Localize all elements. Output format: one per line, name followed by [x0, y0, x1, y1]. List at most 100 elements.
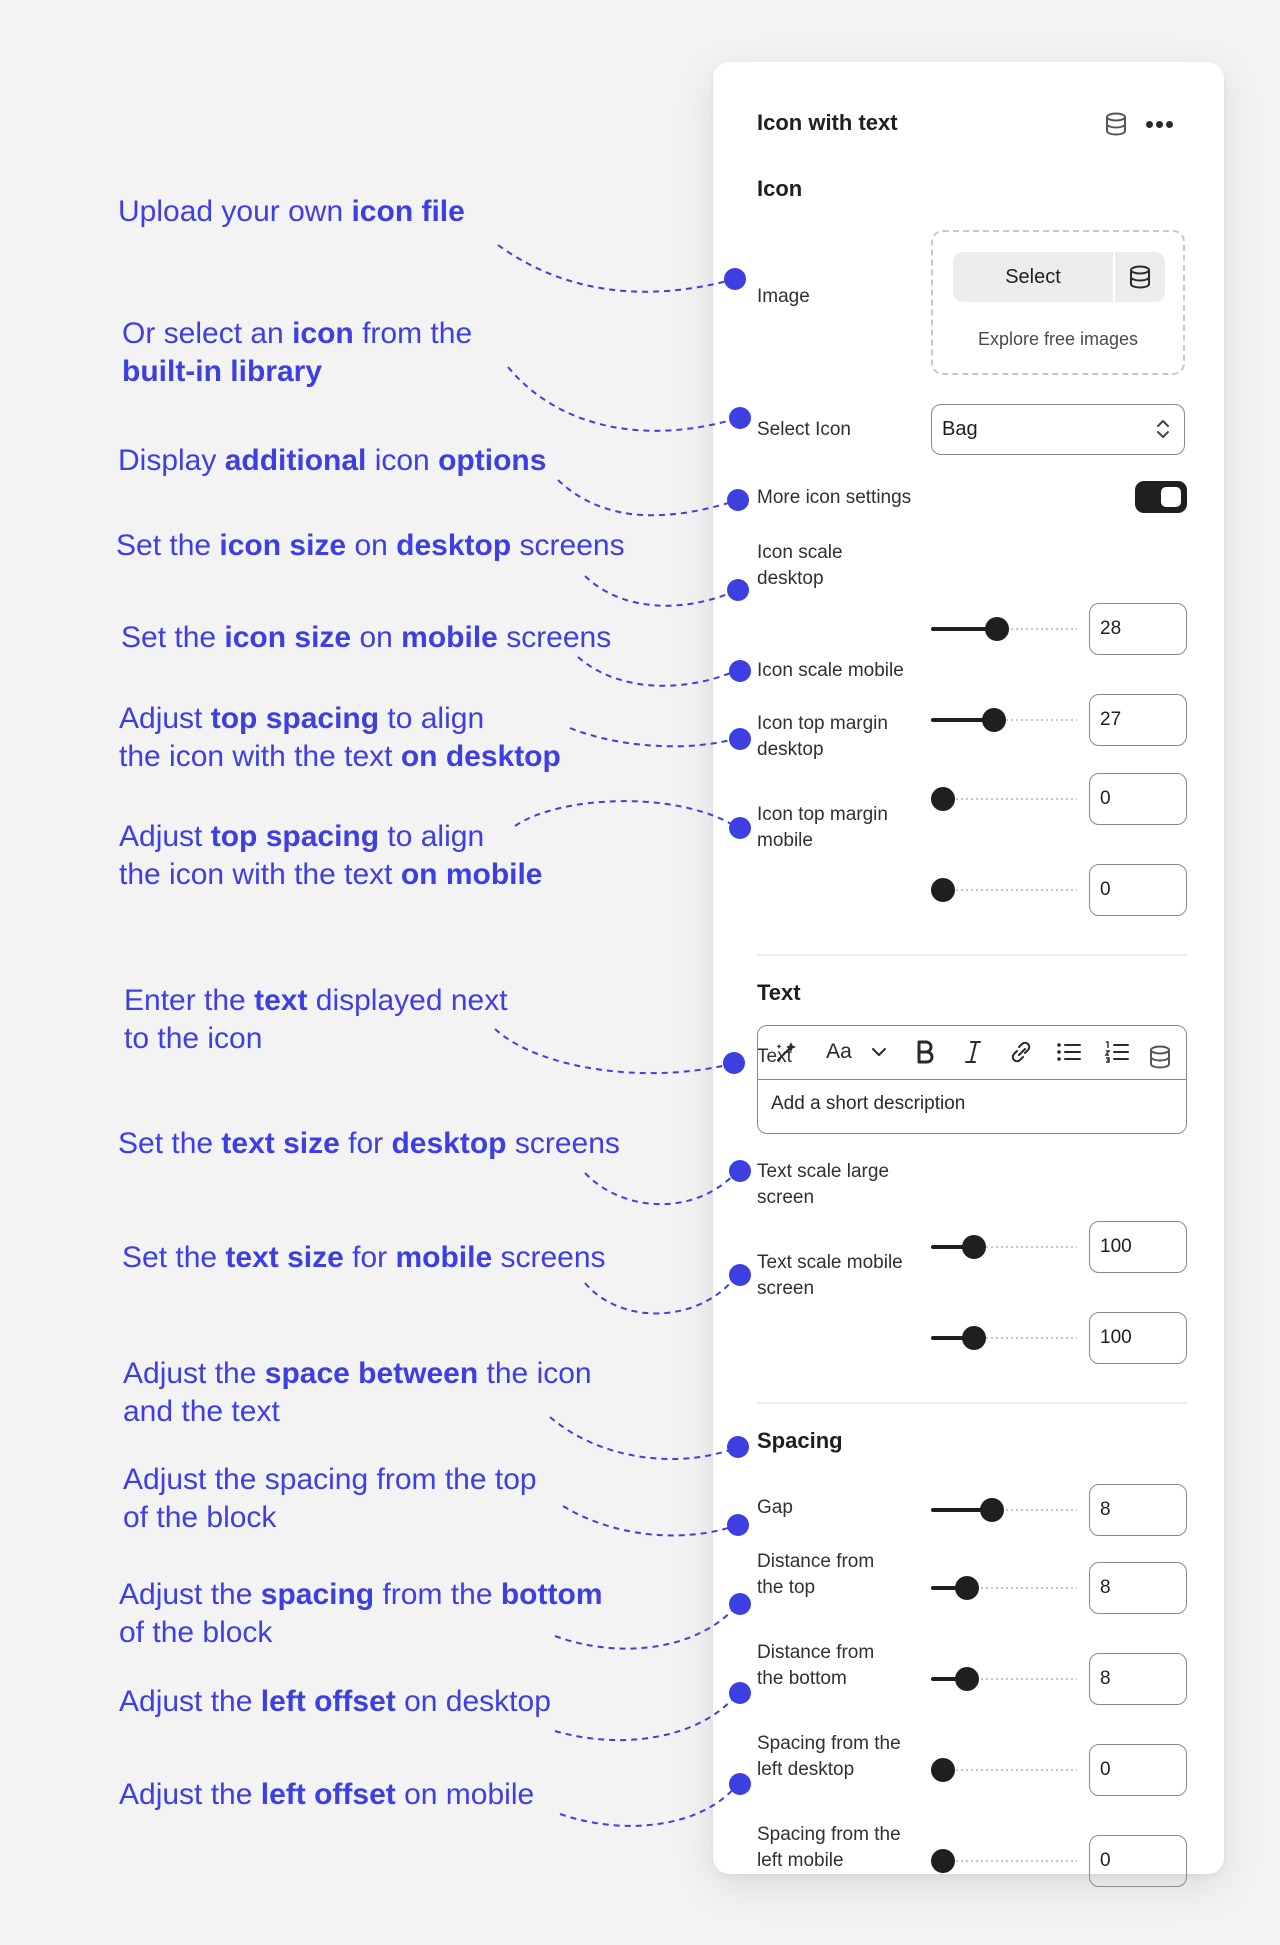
slider-thumb[interactable]: [931, 1758, 955, 1782]
slider-thumb[interactable]: [961, 1235, 986, 1259]
annotation-emphasis: icon file: [351, 195, 465, 228]
annotation-emphasis: icon: [292, 317, 354, 350]
gap-slider[interactable]: [931, 1498, 1077, 1522]
more-icon-settings-toggle[interactable]: [1135, 481, 1187, 513]
font-style-button[interactable]: Aa: [824, 1038, 854, 1066]
annotation-text: on: [351, 621, 402, 654]
bold-icon[interactable]: [914, 1038, 936, 1066]
annotation-text: Adjust the: [119, 1578, 261, 1611]
annotation-emphasis: text size: [221, 1127, 340, 1160]
icon-scale-desktop-input[interactable]: 28: [1089, 603, 1187, 655]
annotation-line: Adjust the spacing from the top: [123, 1461, 537, 1499]
anchor-dot: [729, 1160, 751, 1182]
distance-bottom-input[interactable]: 8: [1089, 1653, 1187, 1705]
annotation-text: from the: [374, 1578, 501, 1611]
slider-thumb[interactable]: [961, 1326, 986, 1350]
annotation: Adjust the spacing from the top of the bl…: [123, 1461, 537, 1537]
annotation-text: Adjust the: [119, 1778, 261, 1811]
anchor-dot: [724, 268, 746, 290]
left-mobile-slider[interactable]: [931, 1849, 1077, 1873]
distance-top-input[interactable]: 8: [1089, 1562, 1187, 1614]
left-mobile-input[interactable]: 0: [1089, 1835, 1187, 1887]
text-scale-mobile-input[interactable]: 100: [1089, 1312, 1187, 1364]
left-desktop-slider[interactable]: [931, 1758, 1077, 1782]
anchor-dot: [729, 1773, 751, 1795]
anchor-dot: [729, 1264, 751, 1286]
slider-thumb[interactable]: [931, 878, 955, 902]
section-divider: [757, 1402, 1187, 1404]
annotation-text: Enter the: [124, 984, 255, 1017]
slider-thumb[interactable]: [931, 1849, 955, 1873]
chevron-down-icon[interactable]: [871, 1038, 887, 1066]
annotation-text: screens: [492, 1241, 606, 1274]
annotation-emphasis: options: [438, 444, 547, 477]
text-scale-large-slider[interactable]: [931, 1235, 1077, 1259]
icon-top-margin-desktop-input[interactable]: 0: [1089, 773, 1187, 825]
slider-thumb[interactable]: [984, 617, 1009, 641]
annotation-line: Or select an icon from the: [122, 315, 472, 353]
anchor-dot: [729, 728, 751, 750]
anchor-dot: [729, 1593, 751, 1615]
icon-scale-mobile-input[interactable]: 27: [1089, 694, 1187, 746]
link-icon[interactable]: [1008, 1038, 1034, 1066]
annotation-emphasis: text: [254, 984, 308, 1017]
annotation-text: on mobile: [395, 1778, 535, 1811]
section-title-text: Text: [757, 980, 801, 1005]
text-scale-large-input[interactable]: 100: [1089, 1221, 1187, 1273]
annotation-emphasis: space between: [264, 1357, 479, 1390]
annotation-line: Adjust the left offset on mobile: [119, 1776, 534, 1814]
annotation-line: Set the text size for mobile screens: [122, 1239, 606, 1277]
slider-thumb[interactable]: [979, 1498, 1004, 1522]
image-label: Image: [757, 286, 810, 307]
annotation-line: Adjust the spacing from the bottom: [119, 1576, 603, 1614]
annotation-emphasis: additional: [224, 444, 367, 477]
annotation-text: displayed next: [307, 984, 508, 1017]
label-line: Text scale large: [757, 1161, 890, 1182]
ai-sparkle-icon[interactable]: [772, 1038, 800, 1066]
slider-thumb[interactable]: [955, 1667, 980, 1691]
icon-scale-desktop-slider[interactable]: [931, 617, 1077, 641]
gap-input[interactable]: 8: [1089, 1484, 1187, 1536]
slider-thumb[interactable]: [931, 787, 955, 811]
annotation-line: Adjust top spacing to align: [119, 700, 561, 738]
database-icon[interactable]: [1105, 112, 1127, 136]
anchor-dot: [729, 660, 751, 682]
slider-thumb[interactable]: [955, 1576, 980, 1600]
annotation-text: screens: [497, 621, 612, 654]
left-mobile-label: Spacing from the left mobile: [757, 1822, 901, 1874]
annotation: Set the text size for mobile screens: [122, 1239, 606, 1277]
label-line: the top: [757, 1577, 816, 1598]
annotation-text: Adjust the: [123, 1357, 265, 1390]
annotation-text: icon: [366, 444, 439, 477]
distance-top-slider[interactable]: [931, 1576, 1077, 1600]
annotated-settings-figure: Upload your own icon file Or select an i…: [0, 0, 1280, 1945]
annotation-emphasis: desktop: [396, 529, 512, 562]
distance-bottom-slider[interactable]: [931, 1667, 1077, 1691]
section-title-icon: Icon: [757, 176, 803, 201]
annotation-line: Enter the text displayed next: [124, 982, 508, 1020]
explore-free-images-link[interactable]: Explore free images: [933, 329, 1183, 350]
label-line: left desktop: [757, 1759, 855, 1780]
icon-top-margin-mobile-input[interactable]: 0: [1089, 864, 1187, 916]
label-line: Spacing from the: [757, 1733, 901, 1754]
anchor-dot: [727, 579, 749, 601]
annotation-emphasis: bottom: [500, 1578, 603, 1611]
more-options-icon[interactable]: [1146, 121, 1174, 129]
left-desktop-input[interactable]: 0: [1089, 1744, 1187, 1796]
rich-text-editor[interactable]: Aa Add a short description: [757, 1025, 1187, 1134]
select-icon-dropdown[interactable]: Bag: [931, 404, 1185, 455]
image-library-icon[interactable]: [1115, 252, 1165, 302]
icon-top-margin-desktop-slider[interactable]: [931, 787, 1077, 811]
icon-scale-mobile-slider[interactable]: [931, 708, 1077, 732]
italic-icon[interactable]: [963, 1038, 983, 1066]
select-image-button[interactable]: Select: [953, 252, 1113, 302]
annotation-line: Adjust the left offset on desktop: [119, 1683, 551, 1721]
numbered-list-icon[interactable]: [1104, 1038, 1130, 1066]
distance-bottom-label: Distance from the bottom: [757, 1640, 874, 1692]
select-icon-value: Bag: [942, 418, 978, 440]
bullet-list-icon[interactable]: [1056, 1038, 1082, 1066]
annotation-line: Display additional icon options: [118, 442, 546, 480]
text-scale-mobile-slider[interactable]: [931, 1326, 1077, 1350]
slider-thumb[interactable]: [982, 708, 1007, 732]
icon-top-margin-mobile-slider[interactable]: [931, 878, 1077, 902]
